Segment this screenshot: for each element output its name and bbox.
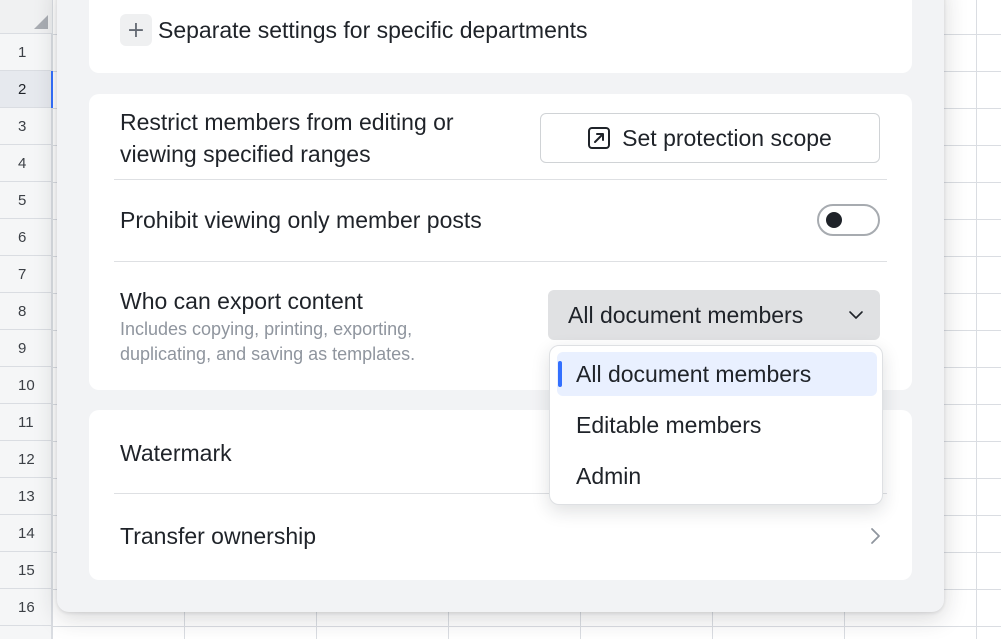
divider: [114, 261, 887, 262]
row-number[interactable]: 13: [0, 478, 52, 515]
export-content-label: Who can export content: [120, 288, 363, 314]
prohibit-viewing-toggle[interactable]: [817, 204, 880, 236]
menu-item-admin[interactable]: Admin: [557, 454, 877, 498]
chevron-down-icon: [849, 311, 863, 319]
separate-departments-link[interactable]: Separate settings for specific departmen…: [158, 16, 588, 44]
row-number[interactable]: 4: [0, 145, 52, 182]
row-number[interactable]: 8: [0, 293, 52, 330]
export-permission-value: All document members: [568, 301, 804, 328]
row-number[interactable]: 1: [0, 34, 52, 71]
row-number[interactable]: 3: [0, 108, 52, 145]
watermark-label[interactable]: Watermark: [120, 437, 232, 469]
row-number[interactable]: 5: [0, 182, 52, 219]
row-number[interactable]: 17: [0, 626, 52, 639]
row-number[interactable]: 9: [0, 330, 52, 367]
select-all-triangle-icon: [34, 15, 48, 29]
transfer-ownership-label[interactable]: Transfer ownership: [120, 520, 316, 552]
prohibit-viewing-label: Prohibit viewing only member posts: [120, 207, 482, 233]
row-number[interactable]: 15: [0, 552, 52, 589]
set-protection-scope-label: Set protection scope: [622, 124, 832, 151]
export-permission-menu: All document members Editable members Ad…: [549, 345, 883, 505]
row-number[interactable]: 11: [0, 404, 52, 441]
plus-icon[interactable]: +: [120, 14, 152, 46]
row-header: 1 2 3 4 5 6 7 8 9 10 11 12 13 14 15 16 1…: [0, 0, 53, 639]
row-number[interactable]: 14: [0, 515, 52, 552]
menu-item-all-document-members[interactable]: All document members: [557, 352, 877, 396]
restrict-members-label: Restrict members from editing or viewing…: [120, 109, 454, 167]
export-permission-select[interactable]: All document members: [548, 290, 880, 340]
select-all-corner[interactable]: [0, 0, 52, 34]
menu-item-editable-members[interactable]: Editable members: [557, 403, 877, 447]
row-number[interactable]: 12: [0, 441, 52, 478]
row-number-selected[interactable]: 2: [0, 71, 53, 108]
divider: [114, 179, 887, 180]
export-content-description: Includes copying, printing, exporting, d…: [120, 319, 416, 364]
row-number[interactable]: 10: [0, 367, 52, 404]
external-link-icon: [588, 127, 611, 149]
toggle-knob: [826, 212, 842, 228]
row-number[interactable]: 7: [0, 256, 52, 293]
row-number[interactable]: 6: [0, 219, 52, 256]
row-number[interactable]: 16: [0, 589, 52, 626]
chevron-right-icon[interactable]: [867, 527, 883, 545]
set-protection-scope-button[interactable]: Set protection scope: [540, 113, 880, 163]
